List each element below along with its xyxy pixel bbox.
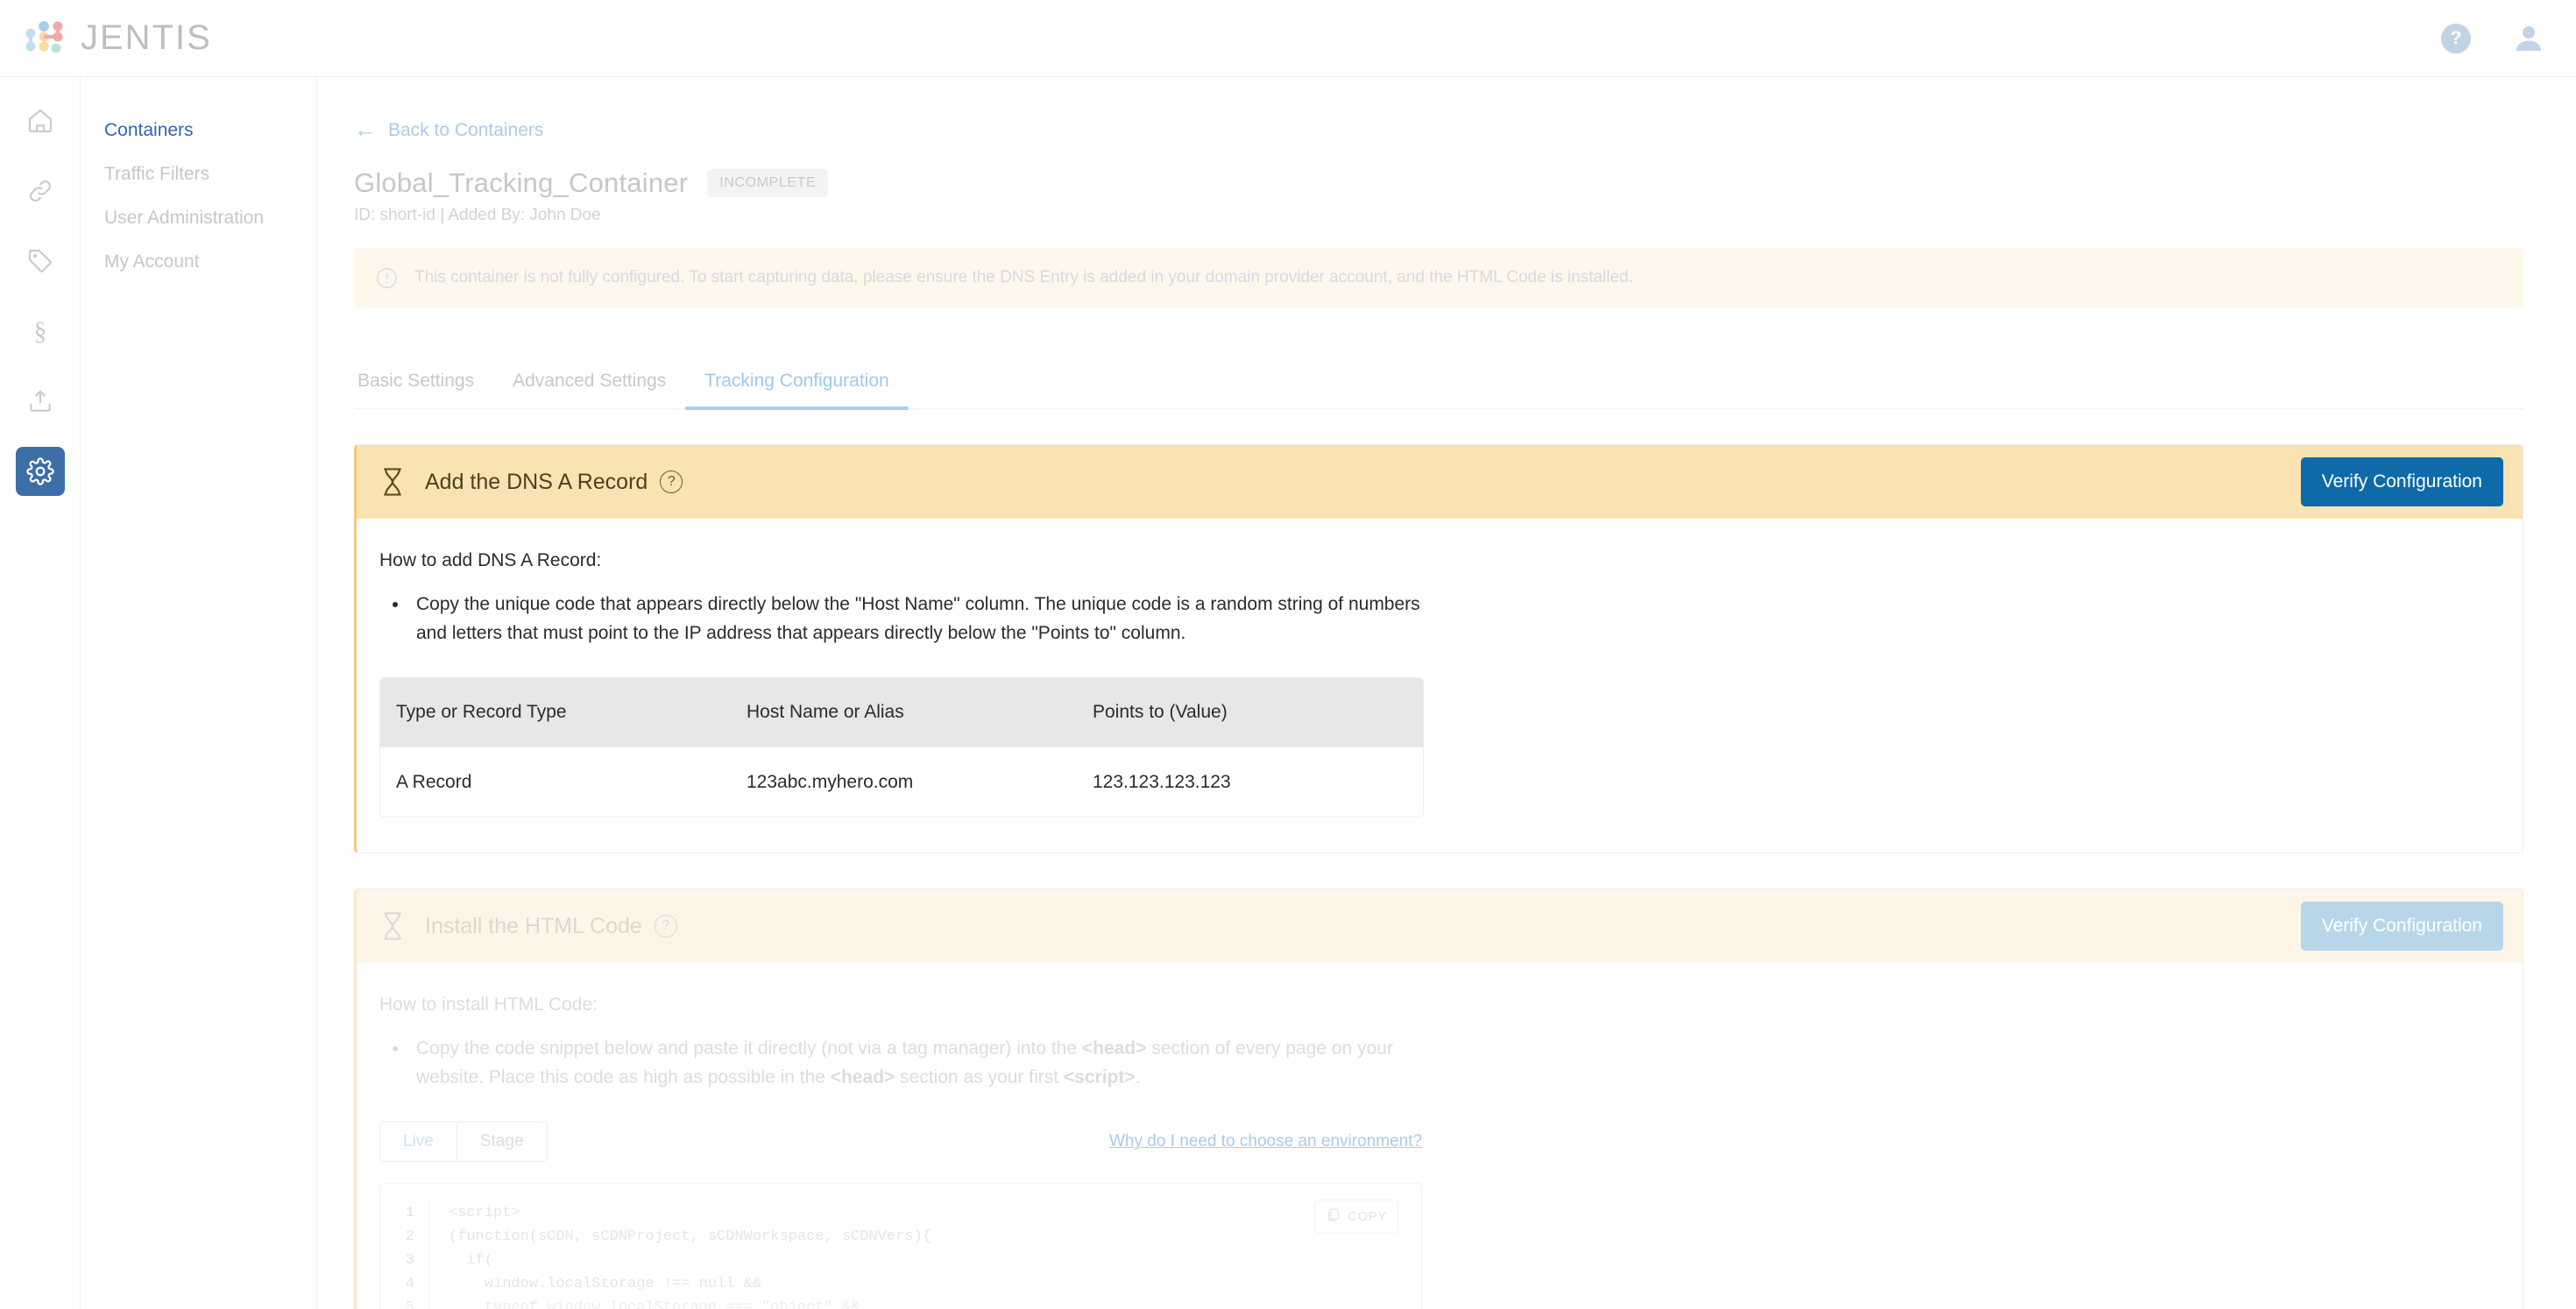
line-number: 2 (405, 1228, 414, 1246)
dns-instructions-list: Copy the unique code that appears direct… (409, 591, 2500, 647)
line-number: 3 (405, 1252, 414, 1270)
dns-card-body: How to add DNS A Record: Copy the unique… (357, 519, 2523, 853)
back-to-containers-link[interactable]: ← Back to Containers (354, 119, 543, 141)
list-item: Copy the code snippet below and paste it… (409, 1035, 1443, 1092)
cell-record-type: A Record (380, 746, 731, 817)
instr-part-4: . (1135, 1066, 1141, 1087)
main-content: ← Back to Containers Global_Tracking_Con… (317, 77, 2576, 1309)
dns-records-table: Type or Record Type Host Name or Alias P… (379, 677, 1424, 818)
icon-rail: § (0, 77, 81, 1309)
html-card-header: Install the HTML Code ? Verify Configura… (357, 889, 2523, 964)
subnav-item-traffic-filters[interactable]: Traffic Filters (81, 152, 316, 196)
code-line: if( (449, 1252, 494, 1270)
column-header-host: Host Name or Alias (731, 678, 1077, 747)
dns-howto-label: How to add DNS A Record: (379, 550, 602, 570)
brand-name: JENTIS (81, 18, 212, 57)
sidebar-item-settings[interactable] (15, 447, 65, 496)
svg-text:§: § (33, 317, 46, 345)
paragraph-icon: § (26, 317, 54, 345)
sidebar-item-tags[interactable] (16, 237, 65, 286)
top-bar-actions: ? (2441, 23, 2544, 54)
html-card-title: Install the HTML Code (425, 913, 642, 938)
environment-toggle: Live Stage (379, 1121, 548, 1163)
copy-icon (1326, 1207, 1341, 1226)
code-line: typeof window.localStorage === "object" … (449, 1299, 860, 1309)
subnav-item-containers[interactable]: Containers (81, 109, 316, 152)
sidebar-item-home[interactable] (16, 96, 65, 145)
tab-tracking-configuration[interactable]: Tracking Configuration (685, 371, 909, 410)
line-number: 5 (405, 1299, 414, 1309)
tag-icon (26, 247, 54, 275)
table-row: A Record 123abc.myhero.com 123.123.123.1… (380, 746, 1423, 817)
code-line: (function(sCDN, sCDNProject, sCDNWorkspa… (449, 1228, 931, 1246)
html-card-body: How to install HTML Code: Copy the code … (357, 963, 2523, 1309)
dns-card-title: Add the DNS A Record (425, 469, 648, 494)
code-content: <script> (function(sCDN, sCDNProject, sC… (429, 1201, 949, 1309)
list-item: Copy the unique code that appears direct… (409, 591, 1443, 647)
html-instructions-list: Copy the code snippet below and paste it… (409, 1035, 2500, 1092)
why-choose-environment-link[interactable]: Why do I need to choose an environment? (1109, 1132, 1422, 1151)
page-meta: ID: short-id | Added By: John Doe (354, 206, 601, 224)
environment-stage-button[interactable]: Stage (456, 1122, 547, 1162)
install-html-code-card: Install the HTML Code ? Verify Configura… (354, 888, 2523, 1309)
jentis-dots-logo-icon (23, 18, 72, 60)
column-header-type: Type or Record Type (380, 678, 731, 747)
environment-live-button[interactable]: Live (380, 1122, 457, 1162)
sidebar-item-export[interactable] (16, 377, 65, 426)
instr-tag-head-2: <head> (830, 1066, 895, 1087)
tab-basic-settings[interactable]: Basic Settings (354, 371, 493, 408)
home-icon (26, 107, 54, 135)
question-circle-icon[interactable]: ? (660, 471, 683, 493)
verify-dns-configuration-button[interactable]: Verify Configuration (2300, 457, 2503, 506)
cell-host-name[interactable]: 123abc.myhero.com (731, 746, 1077, 817)
status-badge: INCOMPLETE (707, 169, 829, 197)
dns-record-card: Add the DNS A Record ? Verify Configurat… (354, 444, 2523, 854)
dns-card-header: Add the DNS A Record ? Verify Configurat… (357, 445, 2523, 519)
configuration-warning-banner: This container is not fully configured. … (354, 248, 2523, 308)
line-number: 1 (405, 1205, 414, 1222)
arrow-left-icon: ← (354, 117, 376, 142)
sidebar-item-legal[interactable]: § (16, 307, 65, 356)
alert-circle-icon (375, 266, 399, 290)
copy-code-button[interactable]: COPY (1314, 1199, 1398, 1235)
instr-part-1: Copy the code snippet below and paste it… (416, 1038, 1082, 1059)
top-bar: JENTIS ? (0, 0, 2576, 77)
line-number: 4 (405, 1276, 414, 1293)
brand-logo[interactable]: JENTIS (23, 18, 212, 60)
code-line: <script> (449, 1205, 520, 1222)
code-snippet-box[interactable]: 1 2 3 4 5 6 7 <script> (function(sCDN, s… (379, 1183, 1422, 1309)
code-line-numbers: 1 2 3 4 5 6 7 (380, 1201, 429, 1309)
warning-text: This container is not fully configured. … (414, 268, 1633, 287)
tab-bar: Basic Settings Advanced Settings Trackin… (354, 371, 2523, 410)
upload-icon (26, 387, 54, 415)
cell-points-to[interactable]: 123.123.123.123 (1077, 746, 1423, 817)
copy-button-label: COPY (1348, 1209, 1387, 1225)
hourglass-icon (379, 467, 406, 497)
page-title: Global_Tracking_Container (354, 167, 689, 198)
instr-part-3: section as your first (895, 1066, 1064, 1087)
page-title-row: Global_Tracking_Container INCOMPLETE (354, 167, 2523, 199)
code-line: window.localStorage !== null && (449, 1276, 762, 1293)
html-howto-label: How to install HTML Code: (379, 994, 598, 1015)
table-header-row: Type or Record Type Host Name or Alias P… (380, 678, 1423, 747)
question-circle-icon[interactable]: ? (654, 915, 677, 938)
subnav-item-user-administration[interactable]: User Administration (81, 196, 316, 240)
link-icon (26, 177, 54, 205)
sidebar-item-connections[interactable] (16, 166, 65, 216)
instr-tag-script: <script> (1063, 1066, 1136, 1087)
subnav-item-my-account[interactable]: My Account (81, 240, 316, 284)
help-circle-icon[interactable]: ? (2441, 23, 2471, 53)
back-link-label: Back to Containers (388, 119, 544, 140)
gear-icon (25, 457, 54, 485)
environment-row: Live Stage Why do I need to choose an en… (379, 1121, 1422, 1163)
column-header-points-to: Points to (Value) (1077, 678, 1423, 747)
verify-html-configuration-button[interactable]: Verify Configuration (2300, 902, 2503, 952)
hourglass-icon (379, 911, 406, 941)
tab-advanced-settings[interactable]: Advanced Settings (493, 371, 685, 408)
secondary-nav: Containers Traffic Filters User Administ… (81, 77, 317, 1309)
instr-tag-head-1: <head> (1081, 1038, 1147, 1059)
user-avatar-icon[interactable] (2513, 23, 2544, 54)
